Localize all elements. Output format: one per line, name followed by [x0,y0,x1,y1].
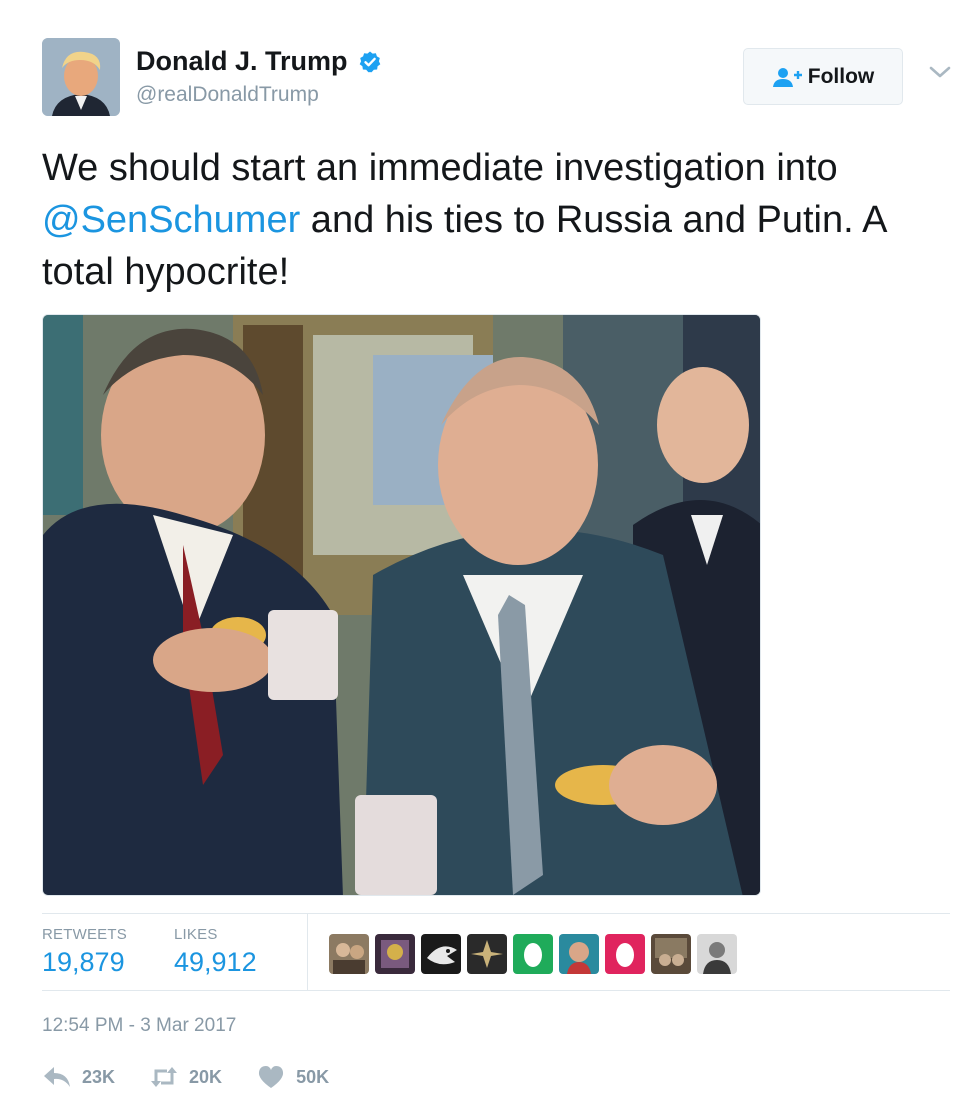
like-button[interactable]: 50K [256,1064,329,1090]
liker-avatar[interactable] [421,934,461,974]
reply-button[interactable]: 23K [42,1064,115,1090]
avatar[interactable] [42,38,120,116]
like-count: 50K [296,1066,330,1087]
likes-value: 49,912 [174,947,257,977]
liker-avatar[interactable] [697,934,737,974]
display-name[interactable]: Donald J. Trump [136,46,348,77]
follow-button[interactable]: Follow [743,48,903,105]
stats-divider [307,914,308,990]
add-user-icon [772,66,802,88]
liker-avatar[interactable] [467,934,507,974]
follow-label: Follow [807,64,875,88]
liker-avatar[interactable] [605,934,645,974]
liker-avatar[interactable] [329,934,369,974]
retweet-button[interactable]: 20K [149,1064,222,1090]
liker-avatar[interactable] [559,934,599,974]
reply-icon [42,1064,72,1090]
tweet-text: We should start an immediate investigati… [42,142,962,298]
likes-stat[interactable]: LIKES 49,912 [174,926,257,978]
heart-icon [256,1064,286,1090]
chevron-down-icon[interactable] [928,64,952,80]
liker-avatars [329,934,737,974]
tweet-photo[interactable] [42,314,761,896]
retweet-count: 20K [189,1066,223,1087]
tweet-header: Donald J. Trump @realDonaldTrump Follow [42,38,954,118]
user-names: Donald J. Trump @realDonaldTrump [136,46,382,107]
liker-avatar[interactable] [513,934,553,974]
retweets-label: RETWEETS [42,926,127,943]
verified-badge-icon [358,50,382,74]
retweet-icon [149,1064,179,1090]
likes-label: LIKES [174,926,218,943]
retweets-value: 19,879 [42,947,125,977]
user-handle[interactable]: @realDonaldTrump [136,83,382,107]
tweet-stats: RETWEETS 19,879 LIKES 49,912 [42,913,950,991]
reply-count: 23K [82,1066,116,1087]
retweets-stat[interactable]: RETWEETS 19,879 [42,926,127,978]
liker-avatar[interactable] [651,934,691,974]
tweet-text-part1: We should start an immediate investigati… [42,147,838,189]
tweet-timestamp[interactable]: 12:54 PM - 3 Mar 2017 [42,1015,236,1037]
mention-link[interactable]: @SenSchumer [42,199,300,241]
tweet-actions: 23K 20K 50K [42,1064,363,1090]
liker-avatar[interactable] [375,934,415,974]
